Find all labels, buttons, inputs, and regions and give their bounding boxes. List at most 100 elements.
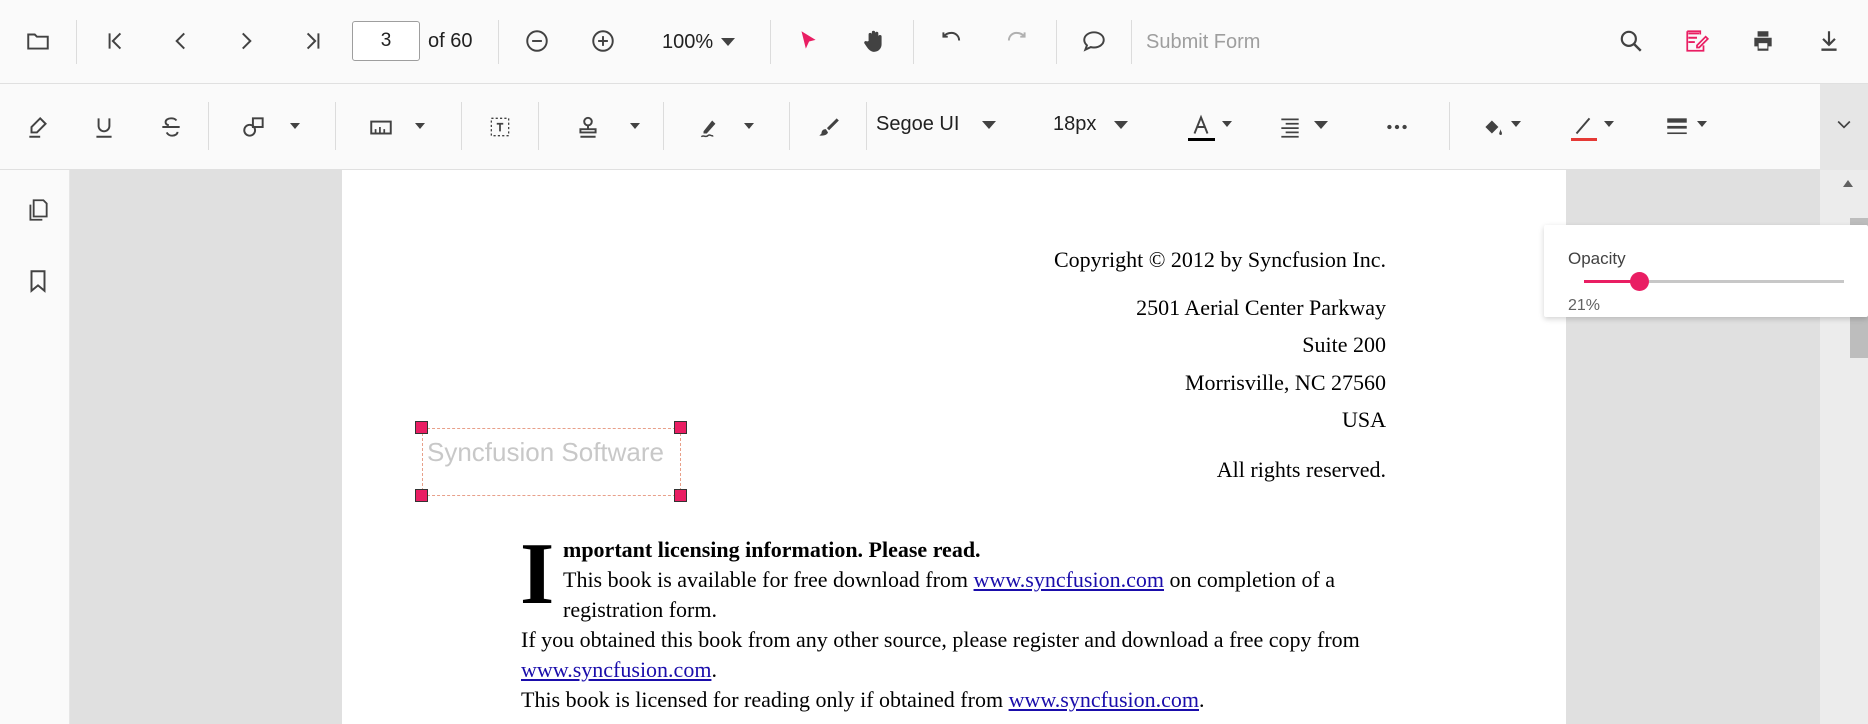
zoom-in-icon[interactable]	[583, 21, 623, 61]
selection-pointer-icon[interactable]	[788, 21, 828, 61]
search-icon[interactable]	[1611, 21, 1651, 61]
chevron-down-icon[interactable]	[1114, 121, 1128, 129]
main-toolbar: 3 of 60 100% Submit Form	[0, 0, 1868, 84]
paragraph-line: If you obtained this book from any other…	[521, 627, 1360, 652]
text-align-icon[interactable]	[1270, 107, 1310, 147]
address-line: Suite 200	[1302, 332, 1386, 357]
chevron-down-icon[interactable]	[721, 38, 735, 46]
syncfusion-link[interactable]: www.syncfusion.com	[974, 567, 1164, 592]
edit-annotation-icon[interactable]	[1677, 21, 1717, 61]
divider	[1131, 20, 1132, 64]
divider	[1056, 20, 1057, 64]
free-text-annotation[interactable]: Syncfusion Software	[422, 428, 681, 496]
divider	[770, 20, 771, 64]
last-page-icon[interactable]	[293, 21, 333, 61]
drop-cap: I	[520, 526, 555, 623]
pan-hand-icon[interactable]	[854, 21, 894, 61]
resize-handle[interactable]	[415, 489, 428, 502]
paragraph-line: www.syncfusion.com.	[521, 657, 717, 683]
divider	[498, 20, 499, 64]
shapes-icon[interactable]	[234, 107, 274, 147]
paragraph-text: .	[711, 657, 717, 682]
next-page-icon[interactable]	[226, 21, 266, 61]
scroll-up-icon[interactable]	[1842, 178, 1854, 188]
divider	[789, 102, 790, 150]
redo-icon[interactable]	[997, 21, 1037, 61]
resize-handle[interactable]	[674, 489, 687, 502]
chevron-down-icon[interactable]	[630, 123, 640, 129]
paragraph-text: .	[1199, 687, 1205, 712]
chevron-down-icon[interactable]	[415, 123, 425, 129]
syncfusion-link[interactable]: www.syncfusion.com	[1009, 687, 1199, 712]
chevron-down-icon[interactable]	[1697, 121, 1707, 127]
zoom-level-dropdown[interactable]: 100%	[662, 31, 713, 54]
divider	[76, 20, 77, 64]
rights-text: All rights reserved.	[1216, 457, 1386, 482]
divider	[538, 102, 539, 150]
undo-icon[interactable]	[931, 21, 971, 61]
previous-page-icon[interactable]	[161, 21, 201, 61]
divider	[866, 102, 867, 150]
page-thumbnails-icon[interactable]	[18, 190, 58, 230]
stroke-color-icon[interactable]	[1563, 107, 1603, 147]
zoom-out-icon[interactable]	[517, 21, 557, 61]
opacity-slider-thumb[interactable]	[1629, 272, 1649, 291]
annotation-toolbar: Segoe UI 18px	[0, 84, 1868, 170]
navigation-sidebar	[0, 170, 70, 724]
calibrate-icon[interactable]	[361, 107, 401, 147]
chevron-down-icon[interactable]	[982, 121, 996, 129]
open-folder-icon[interactable]	[18, 21, 58, 61]
divider	[208, 102, 209, 150]
opacity-value: 21%	[1568, 297, 1601, 314]
chevron-down-icon[interactable]	[1222, 121, 1232, 127]
underline-icon[interactable]	[84, 107, 124, 147]
free-text-icon[interactable]	[480, 107, 520, 147]
chevron-down-icon[interactable]	[1314, 121, 1328, 129]
chevron-down-icon[interactable]	[744, 123, 754, 129]
current-page-input[interactable]: 3	[352, 21, 420, 61]
comment-icon[interactable]	[1074, 21, 1114, 61]
font-family-dropdown[interactable]: Segoe UI	[876, 113, 959, 136]
font-color-icon[interactable]	[1181, 107, 1221, 147]
toolbar-collapse-button[interactable]	[1820, 84, 1868, 170]
fill-color-icon[interactable]	[1473, 107, 1513, 147]
copyright-text: Copyright © 2012 by Syncfusion Inc.	[1053, 247, 1386, 272]
font-color-swatch	[1188, 138, 1215, 141]
page-count-label: of 60	[428, 30, 473, 52]
stroke-thickness-icon[interactable]	[1657, 107, 1697, 147]
divider	[663, 102, 664, 150]
paragraph-text: on completion of a	[1163, 567, 1336, 592]
download-icon[interactable]	[1809, 21, 1849, 61]
divider	[335, 102, 336, 150]
strikethrough-icon[interactable]	[151, 107, 191, 147]
syncfusion-link[interactable]: www.syncfusion.com	[521, 657, 711, 682]
divider	[1449, 102, 1450, 150]
paragraph-text: This book is available for free download…	[563, 567, 974, 592]
chevron-down-icon[interactable]	[290, 123, 300, 129]
chevron-down-icon[interactable]	[1511, 121, 1521, 127]
paragraph-line: registration form.	[563, 597, 717, 622]
divider	[913, 20, 914, 64]
bookmark-icon[interactable]	[18, 261, 58, 301]
font-size-dropdown[interactable]: 18px	[1053, 113, 1096, 136]
resize-handle[interactable]	[415, 421, 428, 434]
first-page-icon[interactable]	[95, 21, 135, 61]
ink-brush-icon[interactable]	[808, 107, 848, 147]
resize-handle[interactable]	[674, 421, 687, 434]
print-icon[interactable]	[1743, 21, 1783, 61]
divider	[461, 102, 462, 150]
pdf-page[interactable]: Copyright © 2012 by Syncfusion Inc. 2501…	[342, 170, 1566, 724]
address-line: USA	[1341, 407, 1386, 432]
paragraph-text: This book is licensed for reading only i…	[521, 687, 1009, 712]
more-options-icon[interactable]	[1377, 107, 1417, 147]
stroke-color-swatch	[1571, 138, 1597, 141]
address-line: 2501 Aerial Center Parkway	[1136, 295, 1386, 320]
signature-icon[interactable]	[690, 107, 730, 147]
highlight-icon[interactable]	[18, 107, 58, 147]
licensing-heading: mportant licensing information. Please r…	[563, 537, 981, 562]
submit-form-button[interactable]: Submit Form	[1146, 31, 1260, 54]
address-line: Morrisville, NC 27560	[1184, 370, 1386, 395]
stamp-icon[interactable]	[568, 107, 608, 147]
free-text-annotation-content[interactable]: Syncfusion Software	[427, 437, 664, 468]
chevron-down-icon[interactable]	[1604, 121, 1614, 127]
